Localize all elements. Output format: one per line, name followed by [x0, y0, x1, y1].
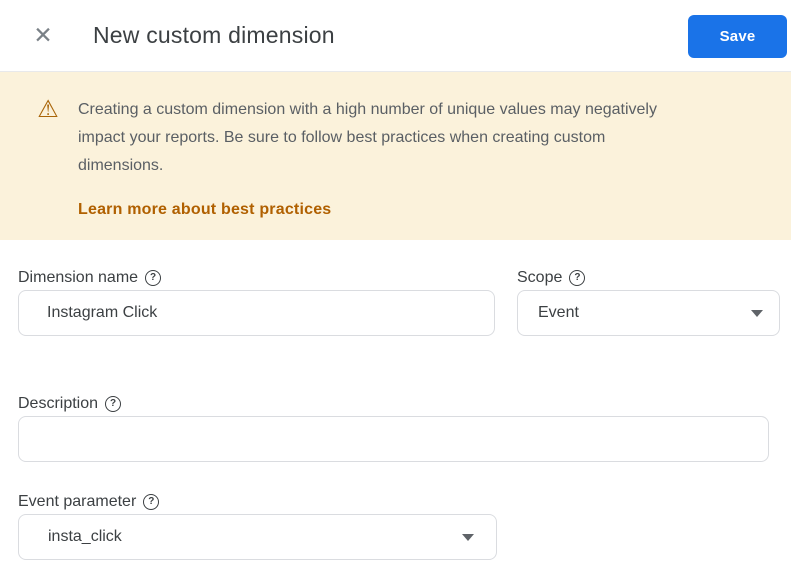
- help-icon[interactable]: ?: [143, 494, 159, 510]
- warning-banner: ⚠ Creating a custom dimension with a hig…: [0, 72, 791, 240]
- help-icon[interactable]: ?: [569, 270, 585, 286]
- event-parameter-label: Event parameter: [18, 493, 136, 511]
- close-button[interactable]: ✕: [28, 21, 58, 51]
- dimension-name-label: Dimension name: [18, 269, 138, 287]
- scope-dropdown[interactable]: Event: [517, 290, 780, 336]
- description-input[interactable]: [18, 416, 769, 462]
- event-parameter-field: Event parameter ? insta_click: [18, 492, 791, 560]
- warning-line: Creating a custom dimension with a high …: [78, 96, 657, 124]
- description-label: Description: [18, 395, 98, 413]
- learn-more-link[interactable]: Learn more about best practices: [78, 201, 331, 219]
- description-field: Description ?: [18, 394, 791, 462]
- dialog-header: ✕ New custom dimension Save: [0, 0, 791, 72]
- warning-line: dimensions.: [78, 152, 657, 180]
- scope-field: Scope ? Event: [517, 268, 780, 336]
- scope-label: Scope: [517, 269, 562, 287]
- scope-value: Event: [538, 304, 579, 322]
- warning-icon: ⚠: [36, 96, 60, 124]
- warning-line: impact your reports. Be sure to follow b…: [78, 124, 657, 152]
- help-icon[interactable]: ?: [105, 396, 121, 412]
- page-title: New custom dimension: [93, 22, 335, 49]
- chevron-down-icon: [751, 310, 763, 317]
- dimension-name-input[interactable]: [18, 290, 495, 336]
- warning-message: Creating a custom dimension with a high …: [78, 96, 657, 219]
- chevron-down-icon: [462, 534, 474, 541]
- event-parameter-value: insta_click: [48, 528, 122, 546]
- event-parameter-dropdown[interactable]: insta_click: [18, 514, 497, 560]
- help-icon[interactable]: ?: [145, 270, 161, 286]
- custom-dimension-form: Dimension name ? Scope ? Event Descripti…: [0, 240, 791, 560]
- save-button[interactable]: Save: [688, 15, 787, 58]
- dimension-name-field: Dimension name ?: [18, 268, 495, 336]
- close-icon: ✕: [33, 24, 52, 47]
